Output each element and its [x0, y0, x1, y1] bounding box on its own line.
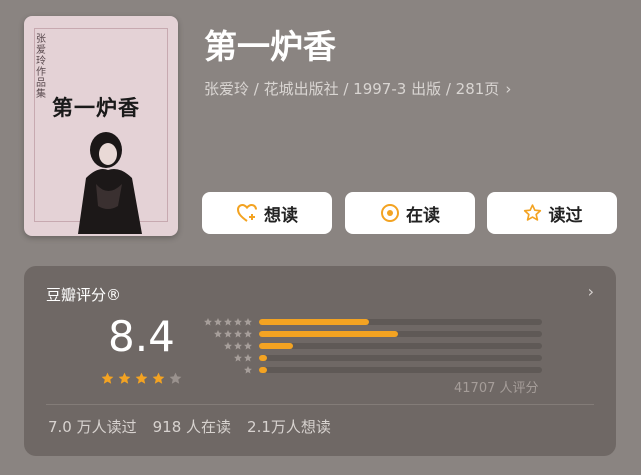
- book-meta-link[interactable]: 张爱玲 / 花城出版社 / 1997-3 出版 / 281页 ›: [204, 78, 511, 99]
- small-star-icon: [224, 342, 232, 350]
- small-star-icon: [234, 354, 242, 362]
- distribution-stars: [199, 329, 253, 339]
- small-star-icon: [244, 330, 252, 338]
- distribution-row-1: [199, 364, 542, 376]
- book-meta-text: 张爱玲 / 花城出版社 / 1997-3 出版 / 281页: [204, 80, 500, 98]
- book-cover[interactable]: 张爱玲作品集 第一炉香: [24, 16, 178, 236]
- distribution-track: [259, 319, 542, 325]
- rating-score: 8.4: [108, 312, 175, 361]
- stat-want[interactable]: 2.1万人想读: [247, 416, 331, 437]
- distribution-bar: [259, 343, 293, 349]
- raters-count: 41707 人评分: [454, 381, 539, 396]
- distribution-stars: [199, 365, 253, 375]
- reading-button[interactable]: 在读: [345, 192, 475, 234]
- small-star-icon: [244, 342, 252, 350]
- distribution-bar: [259, 367, 267, 373]
- small-star-icon: [224, 318, 232, 326]
- stat-read[interactable]: 7.0 万人读过: [48, 416, 137, 437]
- small-star-icon: [204, 318, 212, 326]
- distribution-track: [259, 343, 542, 349]
- stat-reading[interactable]: 918 人在读: [153, 416, 231, 437]
- small-star-icon: [214, 330, 222, 338]
- star-filled-icon: [101, 372, 114, 384]
- rating-label: 豆瓣评分®: [46, 286, 122, 304]
- star-filled-icon: [152, 372, 165, 384]
- rating-stars: [100, 371, 183, 386]
- distribution-bar: [259, 331, 398, 337]
- small-star-icon: [234, 330, 242, 338]
- distribution-stars: [199, 341, 253, 351]
- distribution-row-5: [199, 316, 542, 328]
- want-to-read-button[interactable]: 想读: [202, 192, 332, 234]
- rating-distribution: [199, 316, 542, 376]
- small-star-icon: [244, 318, 252, 326]
- chevron-right-icon: ›: [505, 80, 512, 98]
- distribution-row-4: [199, 328, 542, 340]
- divider: [46, 404, 594, 405]
- star-filled-icon: [135, 372, 148, 384]
- cover-series-text: 张爱玲作品集: [36, 34, 46, 100]
- star-filled-icon: [118, 372, 131, 384]
- distribution-bar: [259, 355, 267, 361]
- reader-stats: 7.0 万人读过 918 人在读 2.1万人想读: [48, 416, 331, 437]
- page-title: 第一炉香: [204, 27, 336, 66]
- distribution-bar: [259, 319, 369, 325]
- rating-card[interactable]: 豆瓣评分® › 8.4 41707 人评分 7.0 万人读过 918 人在读 2…: [24, 266, 616, 456]
- cover-portrait: [78, 132, 142, 234]
- small-star-icon: [234, 342, 242, 350]
- want-to-read-label: 想读: [264, 205, 298, 226]
- star-empty-icon: [169, 372, 182, 384]
- cover-title-text: 第一炉香: [52, 95, 140, 120]
- distribution-track: [259, 331, 542, 337]
- chevron-right-icon: ›: [587, 282, 594, 301]
- small-star-icon: [224, 330, 232, 338]
- read-label: 读过: [548, 205, 583, 226]
- read-button[interactable]: 读过: [487, 192, 617, 234]
- small-star-icon: [234, 318, 242, 326]
- distribution-stars: [199, 317, 253, 327]
- distribution-row-2: [199, 352, 542, 364]
- distribution-stars: [199, 353, 253, 363]
- small-star-icon: [244, 366, 252, 374]
- small-star-icon: [244, 354, 252, 362]
- heart-plus-icon: [236, 203, 257, 222]
- distribution-track: [259, 355, 542, 361]
- star-outline-icon: [523, 204, 541, 221]
- reading-label: 在读: [406, 205, 440, 226]
- distribution-track: [259, 367, 542, 373]
- distribution-row-3: [199, 340, 542, 352]
- small-star-icon: [214, 318, 222, 326]
- target-circle-icon: [381, 204, 399, 222]
